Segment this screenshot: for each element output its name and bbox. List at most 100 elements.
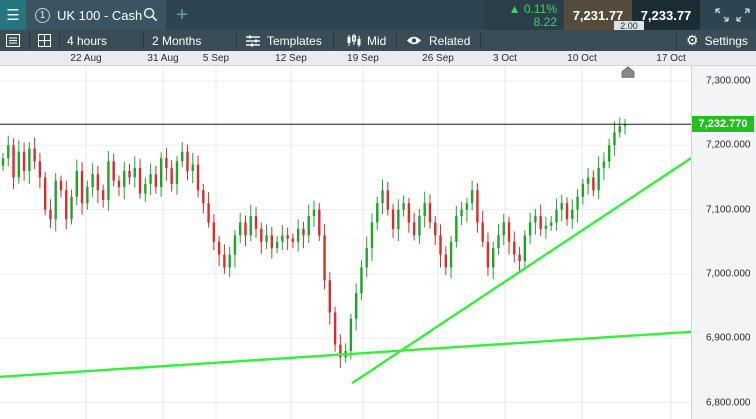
date-tick-label: 22 Aug xyxy=(70,53,102,64)
settings-button[interactable]: ⚙ Settings xyxy=(686,30,748,51)
candle-body xyxy=(123,171,126,188)
candle-body xyxy=(291,238,295,242)
candle-body xyxy=(101,190,105,200)
candle-body xyxy=(607,145,611,162)
candle-body xyxy=(523,235,527,262)
eye-icon xyxy=(407,36,421,45)
candle-body xyxy=(349,318,353,352)
templates-icon xyxy=(246,35,260,46)
candle-body xyxy=(386,190,389,210)
candle-body xyxy=(460,209,463,217)
add-tab-icon[interactable]: + xyxy=(168,0,196,30)
candle-body xyxy=(560,203,563,210)
candle-body xyxy=(402,203,405,210)
candle-body xyxy=(70,196,73,220)
collapse-icon[interactable] xyxy=(735,7,751,23)
candle-body xyxy=(96,174,100,191)
candle-body xyxy=(59,180,63,191)
settings-label: Settings xyxy=(704,33,748,48)
search-icon[interactable] xyxy=(143,7,158,22)
candle-body xyxy=(565,203,569,220)
timeframe-selector[interactable]: 4 hours xyxy=(67,30,107,51)
candle-body xyxy=(281,235,284,242)
candle-body xyxy=(397,209,400,229)
candle-body xyxy=(170,167,173,184)
candle-body xyxy=(12,145,15,178)
price-tick-label: 7,000.000 xyxy=(706,268,751,280)
candle-body xyxy=(28,148,31,172)
price-type-button[interactable]: Mid xyxy=(346,30,386,51)
candle-body xyxy=(539,216,542,229)
candle-body xyxy=(296,228,300,242)
price-type-label: Mid xyxy=(367,33,387,48)
candle-body xyxy=(175,161,179,184)
list-view-icon[interactable] xyxy=(6,30,20,51)
home-marker-icon[interactable] xyxy=(621,66,635,78)
candle-body xyxy=(17,151,21,178)
candle-body xyxy=(165,158,168,168)
candle-body xyxy=(223,254,226,268)
candle-body xyxy=(154,174,158,188)
candle-body xyxy=(618,126,621,133)
candle-body xyxy=(481,222,484,242)
candle-body xyxy=(275,241,279,249)
candle-body xyxy=(202,190,205,204)
candle-body xyxy=(507,222,511,242)
candle-body xyxy=(502,222,505,236)
change-points: 8.22 xyxy=(533,15,557,29)
candle-body xyxy=(233,235,237,255)
templates-label: Templates xyxy=(267,33,322,48)
top-header: ☰ 1 UK 100 - Cash + ▲ 0.11% 8.22 7,231.7… xyxy=(0,0,756,31)
change-percent: ▲ 0.11% xyxy=(508,2,557,16)
chart-toolbar: 4 hours 2 Months Templates Mid Related ⚙… xyxy=(0,30,756,51)
candle-body xyxy=(555,209,558,223)
candle-body xyxy=(407,203,411,223)
candle-body xyxy=(22,151,26,172)
candle-body xyxy=(43,177,47,210)
candle-body xyxy=(191,164,194,172)
related-button[interactable]: Related xyxy=(406,30,470,51)
date-tick-label: 12 Sep xyxy=(275,53,307,64)
candle-body xyxy=(318,209,321,236)
range-selector[interactable]: 2 Months xyxy=(152,30,201,51)
candle-body xyxy=(138,167,142,194)
candle-body xyxy=(33,148,36,162)
candle-body xyxy=(260,228,263,242)
candle-body xyxy=(112,161,115,181)
trendline[interactable] xyxy=(351,157,691,385)
candle-body xyxy=(544,225,548,229)
candle-body xyxy=(391,209,395,229)
price-tick-label: 7,100.000 xyxy=(706,204,751,216)
candle-body xyxy=(207,203,210,223)
candle-body xyxy=(550,222,553,226)
price-tick-label: 6,800.000 xyxy=(706,397,751,408)
candle-body xyxy=(470,190,474,204)
templates-button[interactable]: Templates xyxy=(246,30,322,51)
candle-body xyxy=(360,267,363,294)
candle-body xyxy=(212,222,216,242)
date-axis: 22 Aug 31 Aug 5 Sep 12 Sep 19 Sep 26 Sep 3 Oct… xyxy=(0,51,756,66)
candle-body xyxy=(270,235,274,249)
candle-body xyxy=(249,216,252,236)
candle-body xyxy=(534,216,537,223)
candle-body xyxy=(423,203,426,217)
menu-icon[interactable]: ☰ xyxy=(0,0,26,30)
candle-body xyxy=(75,171,78,197)
instrument-tab[interactable]: 1 UK 100 - Cash xyxy=(26,0,166,30)
instrument-name: UK 100 - Cash xyxy=(57,7,143,23)
price-tick-label: 6,900.000 xyxy=(706,332,751,344)
grid-layout-icon[interactable] xyxy=(38,30,51,51)
candle-body xyxy=(497,235,500,249)
expand-icon[interactable] xyxy=(714,7,730,23)
candle-body xyxy=(376,203,379,223)
candle-body xyxy=(38,161,42,178)
info-icon[interactable]: 1 xyxy=(35,7,50,23)
candlestick-chart[interactable] xyxy=(0,66,691,419)
candle-body xyxy=(228,254,231,268)
candle-body xyxy=(149,174,152,184)
candle-body xyxy=(312,209,316,217)
candle-body xyxy=(265,235,268,242)
candle-body xyxy=(323,235,326,281)
candle-body xyxy=(328,280,332,313)
date-tick-label: 19 Sep xyxy=(347,53,379,64)
